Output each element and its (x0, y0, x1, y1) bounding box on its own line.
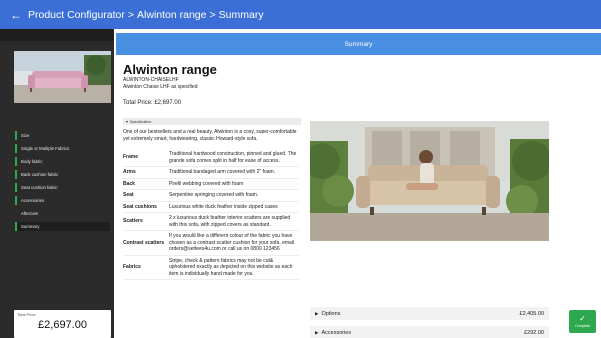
caret-down-icon: ▾ (126, 120, 128, 124)
sidebar-total-label: Total Price (17, 312, 36, 317)
spec-key: Seat cushions (123, 201, 167, 213)
spec-key: Back (123, 178, 167, 190)
back-button[interactable]: ← (4, 0, 28, 29)
accordion-accessories[interactable]: ▶ Accessories £292.00 (310, 326, 549, 338)
spec-value: Stripe, check & pattern fabrics may not … (167, 255, 299, 280)
main-content: Summary Alwinton range ALWINTON-CHAISELH… (114, 29, 601, 338)
sofa-thumbnail-image (14, 51, 111, 103)
table-row: Contrast scatters If you would like a dif… (123, 230, 299, 256)
spec-value: Traditional bandaged arm covered with 2"… (167, 166, 299, 179)
specification-table: Frame Traditional hardwood construction, … (123, 149, 299, 280)
accordion-label: Accessories (321, 329, 352, 336)
spec-key: Frame (123, 149, 167, 167)
table-row: Back Pirelli webbing covered with foam (123, 178, 299, 190)
product-hero-image (310, 121, 549, 241)
step-label: Body fabric (21, 159, 43, 164)
arrow-left-icon: ← (10, 7, 22, 22)
accordion-label: Options (321, 310, 341, 317)
section-header: Summary (116, 33, 601, 55)
specification-intro: One of our bestsellers and a real beauty… (123, 129, 297, 142)
step-label: Back cushion fabric (21, 172, 59, 177)
step-back-cushion-fabric[interactable]: Back cushion fabric (15, 170, 110, 179)
sofa-scene-image (310, 121, 549, 241)
step-label: Seat cushion fabric (21, 185, 58, 190)
breadcrumb-separator: > (127, 8, 135, 21)
complete-button[interactable]: ✓ Complete (569, 310, 596, 333)
spec-value: Luxurious white duck feather inside zipp… (167, 201, 299, 213)
step-label: Accessories (21, 198, 45, 203)
spec-key: Scatters (123, 212, 167, 231)
spec-value: 2 x luxurious duck feather interior scat… (167, 212, 299, 231)
step-body-fabric[interactable]: Body fabric (15, 157, 110, 166)
breadcrumb-item-range[interactable]: Alwinton range (137, 9, 206, 21)
spec-key: Fabrics (123, 255, 167, 280)
product-description: Alwinton Chaise LHF as specified (123, 84, 198, 90)
product-code: ALWINTON-CHAISELHF (123, 77, 179, 83)
total-price: Total Price: £2,697.00 (123, 100, 182, 106)
step-label: Aftercare (21, 211, 39, 216)
complete-button-label: Complete (575, 324, 590, 328)
spec-key: Seat (123, 189, 167, 202)
step-list: Size Single or Multiple Fabrics Body fab… (15, 131, 110, 235)
product-title: Alwinton range (123, 62, 217, 77)
accordion-options[interactable]: ▶ Options £2,405.00 (310, 307, 549, 320)
breadcrumb-separator: > (209, 8, 216, 21)
step-label: Size (21, 133, 30, 138)
table-row: Frame Traditional hardwood construction, … (123, 149, 299, 167)
spec-key: Arms (123, 166, 167, 179)
caret-right-icon: ▶ (315, 310, 319, 316)
breadcrumb-item-summary: Summary (218, 8, 264, 21)
spec-value: Serpentine springing covered with foam. (167, 189, 299, 202)
section-title: Summary (344, 40, 373, 48)
app-bar: ← Product Configurator > Alwinton range … (0, 0, 601, 29)
sidebar: Size Single or Multiple Fabrics Body fab… (0, 29, 114, 338)
spec-value: Traditional hardwood construction, pinne… (167, 149, 299, 167)
step-accessories[interactable]: Accessories (15, 196, 110, 205)
accordion-amount: £292.00 (524, 329, 544, 336)
specification-header-label: Specification (129, 119, 152, 124)
table-row: Seat cushions Luxurious white duck feathe… (123, 201, 299, 213)
breadcrumb-item-configurator[interactable]: Product Configurator (28, 9, 125, 21)
step-aftercare[interactable]: Aftercare (15, 209, 110, 218)
step-single-or-multiple-fabrics[interactable]: Single or Multiple Fabrics (15, 144, 110, 153)
table-row: Fabrics Stripe, check & pattern fabrics m… (123, 255, 299, 280)
specification-panel: ▾ Specification One of our bestsellers a… (123, 118, 301, 338)
sidebar-total-value: £2,697.00 (38, 319, 87, 331)
spec-value: If you would like a different colour of … (167, 230, 299, 256)
step-label: Summary (21, 224, 40, 229)
accordion-amount: £2,405.00 (519, 310, 544, 317)
check-icon: ✓ (579, 314, 586, 323)
table-row: Arms Traditional bandaged arm covered wit… (123, 166, 299, 179)
product-thumbnail (14, 51, 111, 103)
spec-key: Contrast scatters (123, 230, 167, 256)
specification-header[interactable]: ▾ Specification (123, 118, 301, 125)
spec-value: Pirelli webbing covered with foam (167, 178, 299, 190)
sidebar-total-box: Total Price £2,697.00 (14, 310, 111, 338)
sidebar-top-band (0, 29, 114, 41)
step-seat-cushion-fabric[interactable]: Seat cushion fabric (15, 183, 110, 192)
step-label: Single or Multiple Fabrics (21, 146, 70, 151)
step-summary[interactable]: Summary (15, 222, 110, 231)
step-size[interactable]: Size (15, 131, 110, 140)
breadcrumb: Product Configurator > Alwinton range > … (28, 9, 264, 21)
table-row: Scatters 2 x luxurious duck feather inter… (123, 212, 299, 231)
caret-right-icon: ▶ (315, 329, 319, 335)
table-row: Seat Serpentine springing covered with fo… (123, 189, 299, 202)
